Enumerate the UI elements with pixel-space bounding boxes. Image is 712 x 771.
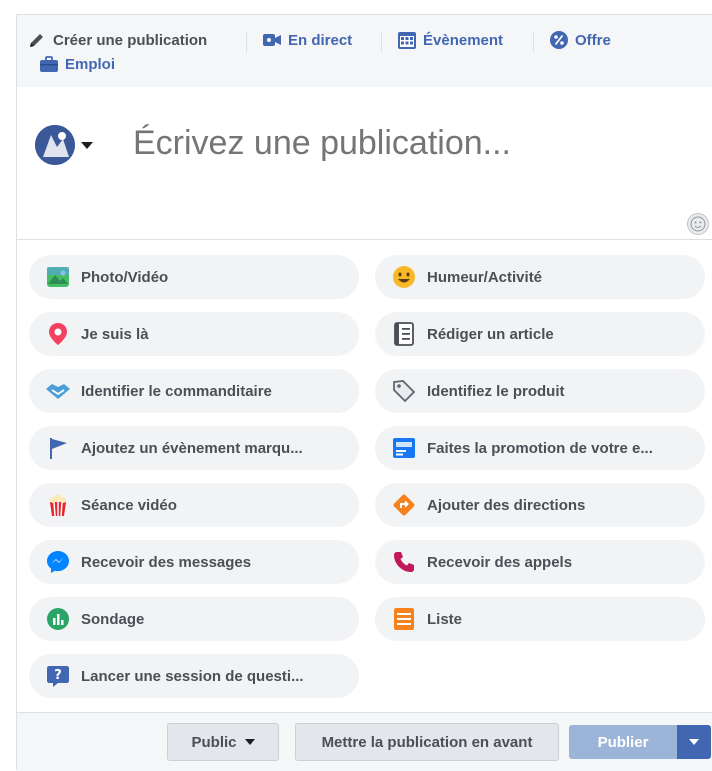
- poll-icon: [45, 606, 71, 632]
- action-label: Lancer une session de questi...: [81, 667, 304, 685]
- tab-separator: [246, 32, 247, 52]
- question-icon: ?: [45, 663, 71, 689]
- publish-label: Publier: [597, 733, 649, 751]
- tab-label: Évènement: [423, 31, 504, 49]
- action-get-directions[interactable]: Ajouter des directions: [375, 483, 705, 527]
- action-label: Humeur/Activité: [427, 268, 543, 286]
- tag-icon: [391, 378, 417, 404]
- action-label: Ajouter des directions: [427, 496, 586, 514]
- tab-label: Emploi: [65, 55, 116, 73]
- action-label: Sondage: [81, 610, 145, 628]
- composer-area: [17, 87, 712, 239]
- tab-separator: [533, 32, 534, 52]
- action-tag-sponsor[interactable]: Identifier le commanditaire: [29, 369, 359, 413]
- popcorn-icon: [45, 492, 71, 518]
- action-get-calls[interactable]: Recevoir des appels: [375, 540, 705, 584]
- tab-separator: [381, 32, 382, 52]
- action-label: Je suis là: [81, 325, 149, 343]
- action-label: Faites la promotion de votre e...: [427, 439, 653, 457]
- tab-job[interactable]: Emploi: [39, 54, 115, 74]
- messenger-icon: [45, 549, 71, 575]
- action-list[interactable]: Liste: [375, 597, 705, 641]
- action-poll[interactable]: Sondage: [29, 597, 359, 641]
- action-write-article[interactable]: Rédiger un article: [375, 312, 705, 356]
- smiley-icon: [391, 264, 417, 290]
- action-promote[interactable]: Faites la promotion de votre e...: [375, 426, 705, 470]
- publish-button[interactable]: Publier: [569, 725, 677, 759]
- action-label: Photo/Vidéo: [81, 268, 169, 286]
- handshake-icon: [45, 378, 71, 404]
- calendar-icon: [397, 30, 417, 50]
- action-feeling-activity[interactable]: Humeur/Activité: [375, 255, 705, 299]
- page-avatar-icon: [35, 125, 75, 165]
- create-post-panel: Créer une publication En direct Évènemen…: [16, 14, 712, 771]
- composer-footer: Public Mettre la publication en avant Pu…: [17, 712, 712, 771]
- tab-create-post[interactable]: Créer une publication: [27, 30, 207, 50]
- tab-label: En direct: [288, 31, 353, 49]
- emoji-icon[interactable]: [687, 213, 709, 235]
- caret-down-icon: [244, 739, 255, 745]
- pencil-icon: [27, 30, 47, 50]
- action-label: Séance vidéo: [81, 496, 177, 514]
- action-qa-session[interactable]: ? Lancer une session de questi...: [29, 654, 359, 698]
- audience-label: Public: [191, 733, 237, 751]
- post-type-tabs: Créer une publication En direct Évènemen…: [17, 15, 712, 88]
- svg-text:?: ?: [54, 668, 62, 683]
- action-label: Identifiez le produit: [427, 382, 565, 400]
- boost-post-button[interactable]: Mettre la publication en avant: [295, 723, 559, 761]
- action-label: Identifier le commanditaire: [81, 382, 272, 400]
- page-selector[interactable]: [35, 125, 93, 165]
- action-photo-video[interactable]: Photo/Vidéo: [29, 255, 359, 299]
- caret-down-icon: [689, 739, 699, 745]
- post-options-grid: Photo/Vidéo Humeur/Activité Je suis là R…: [17, 240, 712, 710]
- promotion-icon: [391, 435, 417, 461]
- tab-offer[interactable]: Offre: [549, 30, 611, 50]
- caret-down-icon: [81, 141, 93, 149]
- action-tag-product[interactable]: Identifiez le produit: [375, 369, 705, 413]
- action-label: Recevoir des messages: [81, 553, 252, 571]
- action-check-in[interactable]: Je suis là: [29, 312, 359, 356]
- percent-icon: [549, 30, 569, 50]
- action-add-milestone[interactable]: Ajoutez un évènement marqu...: [29, 426, 359, 470]
- directions-icon: [391, 492, 417, 518]
- audience-selector[interactable]: Public: [167, 723, 279, 761]
- list-icon: [391, 606, 417, 632]
- tab-event[interactable]: Évènement: [397, 30, 503, 50]
- flag-icon: [45, 435, 71, 461]
- boost-label: Mettre la publication en avant: [321, 733, 533, 751]
- action-watch-party[interactable]: Séance vidéo: [29, 483, 359, 527]
- action-label: Recevoir des appels: [427, 553, 573, 571]
- phone-icon: [391, 549, 417, 575]
- publish-options-button[interactable]: [677, 725, 711, 759]
- tab-label: Offre: [575, 31, 611, 49]
- photo-icon: [45, 264, 71, 290]
- briefcase-icon: [39, 54, 59, 74]
- action-label: Rédiger un article: [427, 325, 554, 343]
- action-get-messages[interactable]: Recevoir des messages: [29, 540, 359, 584]
- post-text-input[interactable]: [131, 117, 695, 169]
- action-label: Ajoutez un évènement marqu...: [81, 439, 303, 457]
- location-pin-icon: [45, 321, 71, 347]
- article-icon: [391, 321, 417, 347]
- tab-live[interactable]: En direct: [262, 30, 352, 50]
- tab-label: Créer une publication: [53, 31, 208, 49]
- action-label: Liste: [427, 610, 463, 628]
- video-camera-icon: [262, 30, 282, 50]
